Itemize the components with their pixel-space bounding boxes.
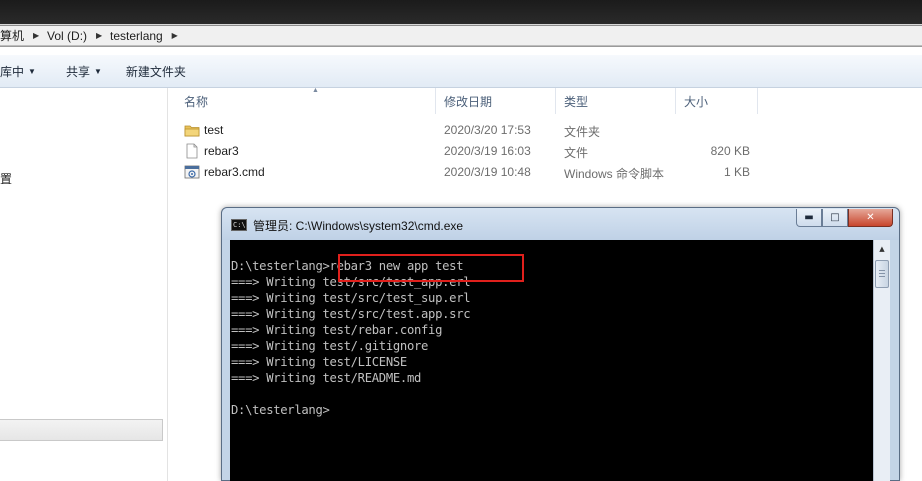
- chevron-right-icon[interactable]: ▶: [170, 31, 180, 40]
- column-header-name[interactable]: 名称 ▲: [178, 87, 436, 114]
- file-size: 1 KB: [723, 165, 750, 179]
- console-output[interactable]: D:\testerlang>rebar3 new app test ===> W…: [230, 240, 873, 481]
- horizontal-scrollbar[interactable]: [0, 419, 163, 441]
- chevron-right-icon[interactable]: ▶: [31, 31, 41, 40]
- console-line: ===> Writing test/.gitignore: [231, 339, 429, 353]
- console-line: ===> Writing test/LICENSE: [231, 355, 407, 369]
- chevron-down-icon: ▼: [93, 66, 102, 76]
- console-line: ===> Writing test/rebar.config: [231, 323, 443, 337]
- column-header-date[interactable]: 修改日期: [438, 88, 556, 114]
- file-name: test: [204, 123, 224, 137]
- include-in-library-label: 库中: [0, 64, 25, 79]
- new-folder-button[interactable]: 新建文件夹: [118, 59, 194, 83]
- file-type: 文件: [564, 146, 589, 160]
- maximize-icon: □: [830, 212, 840, 223]
- scrollbar-thumb[interactable]: [875, 260, 889, 288]
- minimize-icon: ▬: [804, 212, 814, 223]
- share-button[interactable]: 共享 ▼: [58, 59, 110, 83]
- file-row[interactable]: rebar3.cmd 2020/3/19 10:48 Windows 命令脚本 …: [182, 162, 782, 183]
- nav-item-partial[interactable]: 置: [0, 170, 12, 187]
- file-date: 2020/3/19 10:48: [444, 165, 531, 179]
- column-header-size[interactable]: 大小: [678, 88, 758, 114]
- vertical-scrollbar[interactable]: ▲: [873, 240, 890, 481]
- breadcrumb-computer[interactable]: 算机: [0, 26, 28, 45]
- maximize-button[interactable]: □: [822, 209, 848, 227]
- file-size: 820 KB: [710, 144, 750, 158]
- file-date: 2020/3/19 16:03: [444, 144, 531, 158]
- console-icon[interactable]: C:\: [231, 219, 247, 231]
- column-type-label: 类型: [564, 94, 589, 109]
- file-icon: [186, 143, 198, 159]
- file-date: 2020/3/20 17:53: [444, 123, 531, 137]
- folder-icon: [184, 125, 200, 137]
- column-header-type[interactable]: 类型: [558, 88, 676, 114]
- window-title-strip: [0, 0, 922, 24]
- file-name: rebar3: [204, 144, 239, 158]
- file-row[interactable]: rebar3 2020/3/19 16:03 文件 820 KB: [182, 141, 782, 162]
- console-line: ===> Writing test/src/test.app.src: [231, 307, 471, 321]
- console-line: ===> Writing test/README.md: [231, 371, 422, 385]
- include-in-library-button[interactable]: 库中 ▼: [0, 59, 44, 83]
- minimize-button[interactable]: ▬: [796, 209, 822, 227]
- file-row[interactable]: test 2020/3/20 17:53 文件夹: [182, 120, 782, 141]
- command-bar: 库中 ▼ 共享 ▼ 新建文件夹: [0, 55, 922, 88]
- sort-up-icon: ▲: [312, 87, 319, 94]
- scroll-up-icon[interactable]: ▲: [874, 240, 890, 257]
- script-icon: [184, 165, 200, 179]
- address-bar[interactable]: 算机 ▶ Vol (D:) ▶ testerlang ▶: [0, 24, 922, 47]
- file-type: Windows 命令脚本: [564, 167, 665, 181]
- chevron-right-icon[interactable]: ▶: [94, 31, 104, 40]
- column-size-label: 大小: [684, 94, 709, 109]
- new-folder-label: 新建文件夹: [125, 64, 186, 79]
- breadcrumb-testerlang[interactable]: testerlang: [110, 26, 167, 45]
- console-icon-label: C:\: [233, 221, 246, 229]
- address-breadcrumb[interactable]: 算机 ▶ Vol (D:) ▶ testerlang ▶: [0, 25, 922, 46]
- breadcrumb-drive-d[interactable]: Vol (D:): [47, 26, 91, 45]
- window-controls: ▬ □ ✕: [796, 209, 893, 227]
- cmd-window[interactable]: C:\ 管理员: C:\Windows\system32\cmd.exe ▬ □…: [221, 207, 900, 481]
- file-type: 文件夹: [564, 125, 601, 139]
- column-name-label: 名称: [184, 94, 209, 109]
- navigation-pane: 置: [0, 88, 168, 481]
- command-highlight-box: [338, 254, 524, 282]
- cmd-titlebar[interactable]: C:\ 管理员: C:\Windows\system32\cmd.exe ▬ □…: [222, 208, 899, 240]
- column-date-label: 修改日期: [444, 94, 493, 109]
- cmd-window-title: 管理员: C:\Windows\system32\cmd.exe: [253, 219, 464, 233]
- close-icon: ✕: [866, 212, 875, 223]
- console-line: ===> Writing test/src/test_sup.erl: [231, 291, 471, 305]
- share-label: 共享: [65, 64, 90, 79]
- close-button[interactable]: ✕: [848, 209, 893, 227]
- console-line: D:\testerlang>: [231, 403, 330, 417]
- chevron-down-icon: ▼: [28, 66, 36, 76]
- file-name: rebar3.cmd: [204, 165, 265, 179]
